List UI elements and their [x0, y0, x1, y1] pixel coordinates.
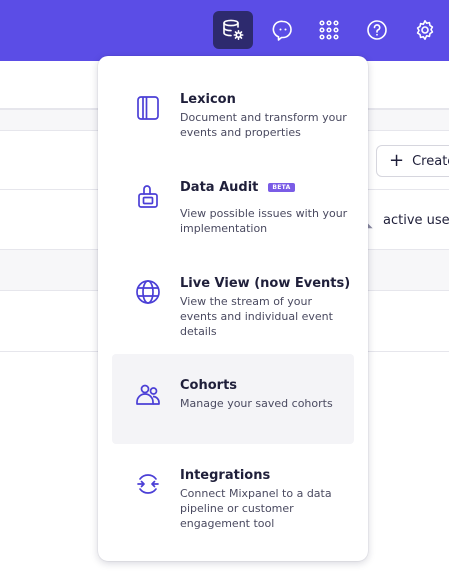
menu-item-cohorts[interactable]: Cohorts Manage your saved cohorts — [112, 354, 354, 444]
menu-item-description: View possible issues with your implement… — [180, 207, 348, 235]
plus-icon: + — [389, 150, 405, 171]
menu-item-description: View the stream of your events and indiv… — [180, 295, 333, 338]
menu-item-description: Connect Mixpanel to a data pipeline or c… — [180, 487, 332, 530]
help-icon[interactable] — [357, 11, 397, 49]
audit-icon — [134, 182, 162, 210]
settings-gear-icon[interactable] — [405, 11, 445, 49]
menu-item-title: Lexicon — [180, 92, 236, 107]
menu-item-title: Integrations — [180, 468, 271, 483]
search-chip[interactable]: active user — [383, 213, 449, 228]
menu-item-live-view[interactable]: Live View (now Events) View the stream o… — [112, 264, 354, 344]
menu-item-title: Live View (now Events) — [180, 276, 351, 291]
globe-icon — [134, 278, 162, 306]
menu-item-data-audit[interactable]: Data Audit BETA View possible issues with… — [112, 166, 354, 242]
book-icon — [134, 94, 162, 122]
menu-item-description: Document and transform your events and p… — [180, 111, 347, 139]
data-management-menu: Lexicon Document and transform your even… — [98, 56, 368, 561]
chat-icon[interactable] — [263, 11, 303, 49]
integrations-icon — [134, 470, 162, 498]
menu-item-integrations[interactable]: Integrations Connect Mixpanel to a data … — [112, 456, 354, 542]
menu-item-title: Cohorts — [180, 378, 238, 393]
users-icon — [134, 380, 162, 408]
top-navigation-bar — [0, 0, 449, 61]
apps-grid-icon[interactable] — [309, 11, 349, 49]
beta-badge: BETA — [268, 183, 295, 192]
create-button[interactable]: + Create — [376, 145, 449, 177]
menu-item-lexicon[interactable]: Lexicon Document and transform your even… — [112, 78, 354, 154]
menu-item-description: Manage your saved cohorts — [180, 397, 333, 410]
data-management-icon[interactable] — [213, 11, 253, 49]
menu-item-title: Data Audit BETA — [180, 180, 295, 195]
